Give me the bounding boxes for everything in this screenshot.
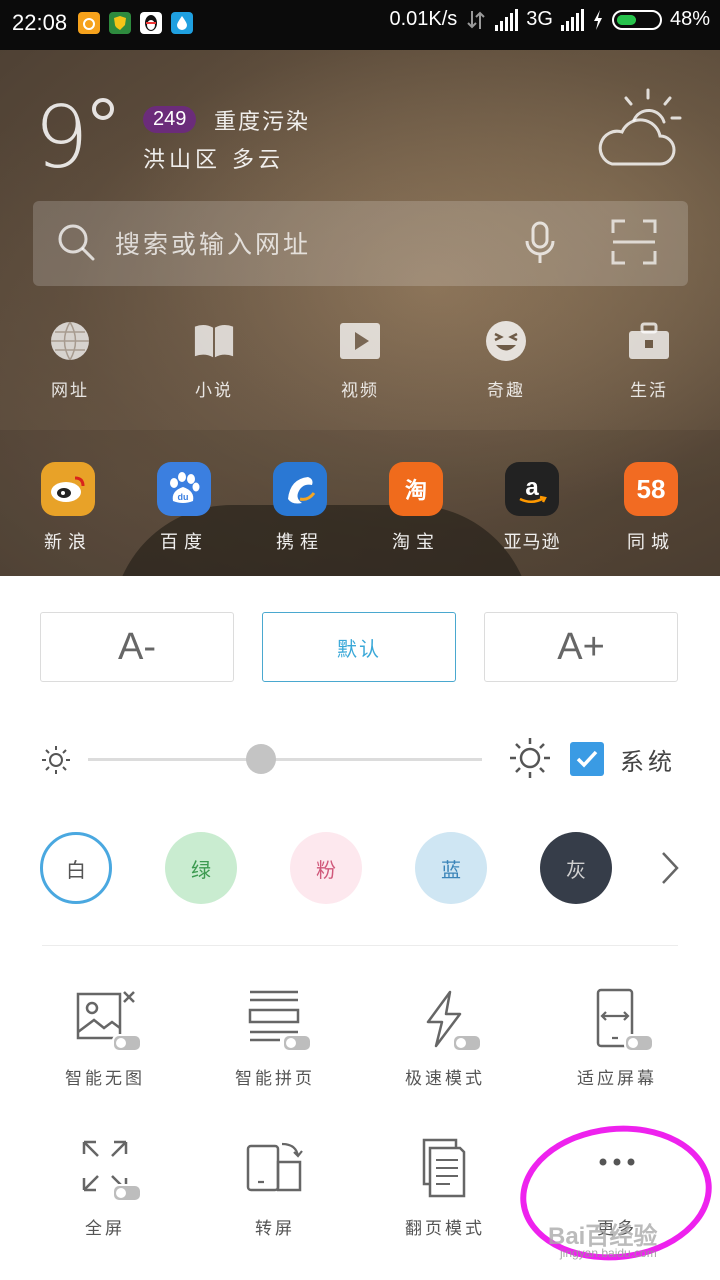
home-background: 9 249 重度污染 洪山区 多云 搜索或输入网址 网址 小说 视频 奇趣 生活…	[0, 50, 720, 576]
site-sina[interactable]: 新浪	[23, 462, 113, 554]
site-shortcuts: 新浪 du 百度 携程 淘 淘宝 a 亚马逊 58 同城	[0, 430, 720, 576]
tool-fullscreen[interactable]: 全屏	[20, 1138, 190, 1239]
battery-icon	[611, 9, 662, 30]
font-default-button[interactable]: 默认	[262, 612, 456, 682]
site-taobao[interactable]: 淘 淘宝	[371, 462, 461, 554]
watermark-url: jingyan.baidu.com	[560, 1246, 657, 1260]
weather-location[interactable]: 洪山区 多云	[143, 142, 284, 174]
taobao-logo-icon: 淘	[389, 462, 443, 516]
svg-text:du: du	[178, 492, 189, 502]
notification-icons	[78, 12, 193, 34]
fullscreen-icon	[70, 1138, 142, 1202]
quick-nav-novels[interactable]: 小说	[169, 320, 259, 401]
theme-gray[interactable]: 灰	[540, 832, 612, 904]
toggle-switch	[112, 1184, 142, 1202]
search-input[interactable]: 搜索或输入网址	[115, 225, 311, 261]
theme-pink[interactable]: 粉	[290, 832, 362, 904]
brightness-low-icon	[42, 746, 70, 774]
status-right: 0.01K/s 3G 48%	[389, 8, 710, 31]
system-brightness-label: 系统	[620, 748, 676, 776]
network-type: 3G	[526, 8, 553, 30]
status-bar: 22:08 0.01K/s 3G 48%	[0, 0, 720, 50]
microphone-icon[interactable]	[523, 221, 557, 265]
page-merge-icon	[240, 988, 312, 1052]
aqi-label: 重度污染	[214, 110, 311, 135]
theme-white[interactable]: 白	[40, 832, 112, 904]
signal-icon	[495, 8, 519, 31]
status-time: 22:08	[12, 10, 68, 35]
divider	[42, 945, 678, 946]
water-drop-app-icon	[171, 12, 193, 34]
data-transfer-icon	[467, 10, 485, 29]
tool-fit-screen[interactable]: 适应屏幕	[532, 988, 702, 1089]
toggle-switch	[452, 1034, 482, 1052]
tool-smart-page-merge[interactable]: 智能拼页	[190, 988, 360, 1089]
no-image-icon	[70, 988, 142, 1052]
charging-icon	[593, 9, 602, 30]
font-decrease-button[interactable]: A-	[40, 612, 234, 682]
weibo-logo-icon	[41, 462, 95, 516]
chevron-right-icon[interactable]	[658, 850, 682, 886]
search-icon	[58, 224, 95, 261]
system-brightness-checkbox[interactable]	[570, 742, 604, 776]
uc-browser-notify-icon	[78, 12, 100, 34]
signal-icon-2	[560, 8, 584, 31]
globe-icon	[49, 320, 91, 362]
site-amazon[interactable]: a 亚马逊	[487, 462, 577, 554]
toggle-switch	[282, 1034, 312, 1052]
site-baidu[interactable]: du 百度	[139, 462, 229, 554]
rotate-screen-icon	[240, 1138, 310, 1200]
aqi-badge[interactable]: 249	[143, 106, 197, 133]
fit-screen-icon	[582, 988, 654, 1052]
58-city-logo-icon: 58	[624, 462, 678, 516]
brightness-control: 系统	[40, 738, 690, 780]
site-58-city[interactable]: 58 同城	[606, 462, 696, 554]
font-increase-button[interactable]: A+	[484, 612, 678, 682]
quick-nav-fun[interactable]: 奇趣	[461, 320, 551, 401]
security-shield-icon	[109, 12, 131, 34]
play-icon	[339, 320, 381, 362]
theme-selector: 白 绿 粉 蓝 灰	[40, 832, 700, 906]
temperature: 9	[34, 88, 89, 188]
scan-qr-icon[interactable]	[611, 219, 657, 265]
brightness-slider-track[interactable]	[88, 758, 482, 761]
svg-text:a: a	[525, 474, 539, 501]
degree-symbol	[92, 98, 114, 120]
checkmark-icon	[576, 750, 598, 768]
ctrip-dolphin-icon	[273, 462, 327, 516]
book-icon	[193, 320, 235, 362]
brightness-high-icon	[510, 738, 550, 778]
battery-percent: 48%	[669, 8, 710, 30]
tool-speed-mode[interactable]: 极速模式	[360, 988, 530, 1089]
brightness-slider-thumb[interactable]	[246, 744, 277, 774]
toggle-switch	[112, 1034, 142, 1052]
tool-page-turn-mode[interactable]: 翻页模式	[360, 1138, 530, 1239]
baidu-paw-icon: du	[157, 462, 211, 516]
briefcase-icon	[628, 320, 670, 362]
lightning-icon	[410, 988, 482, 1052]
quick-nav-urls[interactable]: 网址	[25, 320, 115, 401]
network-speed: 0.01K/s	[389, 8, 458, 30]
theme-green[interactable]: 绿	[165, 832, 237, 904]
amazon-logo-icon: a	[505, 462, 559, 516]
tool-rotate-screen[interactable]: 转屏	[190, 1138, 360, 1239]
qq-penguin-icon	[140, 12, 162, 34]
toggle-switch	[624, 1034, 654, 1052]
tool-smart-no-image[interactable]: 智能无图	[20, 988, 190, 1089]
quick-nav-life[interactable]: 生活	[604, 320, 694, 401]
quick-nav-videos[interactable]: 视频	[315, 320, 405, 401]
site-ctrip[interactable]: 携程	[255, 462, 345, 554]
partly-cloudy-icon[interactable]	[590, 84, 690, 174]
laugh-face-icon	[485, 320, 527, 362]
page-turn-icon	[410, 1138, 480, 1200]
search-bar[interactable]: 搜索或输入网址	[33, 201, 688, 286]
quick-nav: 网址 小说 视频 奇趣 生活	[0, 320, 720, 430]
theme-blue[interactable]: 蓝	[415, 832, 487, 904]
